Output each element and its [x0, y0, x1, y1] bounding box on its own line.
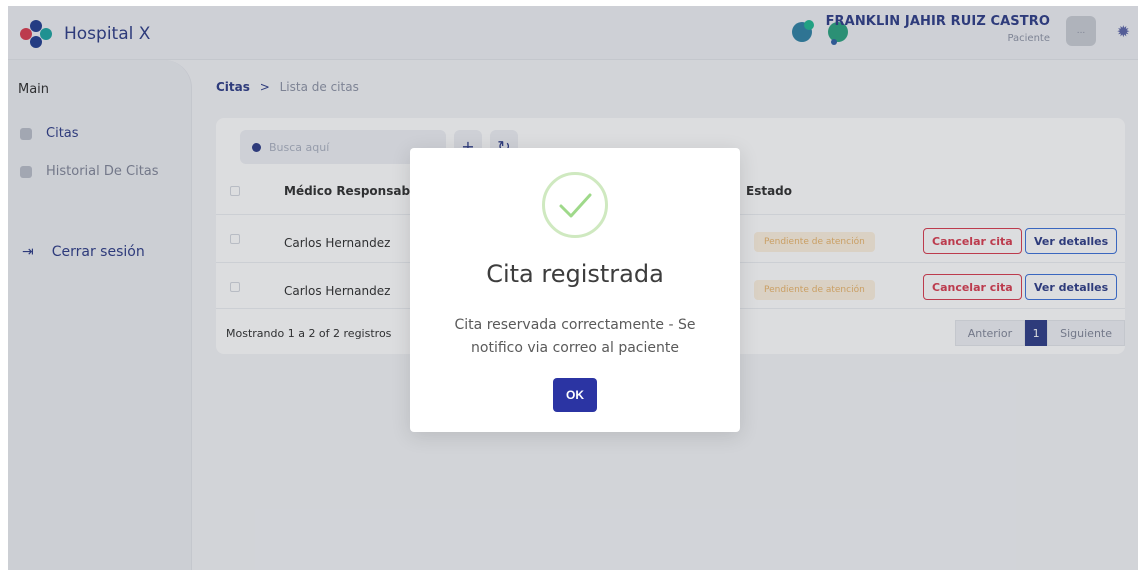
app-window: Hospital X FRANKLIN JAHIR RUIZ CASTRO Pa… [8, 6, 1138, 570]
dialog-message: Cita reservada correctamente - Se notifi… [454, 317, 696, 356]
dialog-title: Cita registrada [486, 260, 664, 288]
success-check-icon [542, 172, 608, 238]
success-dialog: Cita registrada Cita reservada correctam… [410, 148, 740, 432]
ok-button[interactable]: OK [553, 378, 597, 412]
